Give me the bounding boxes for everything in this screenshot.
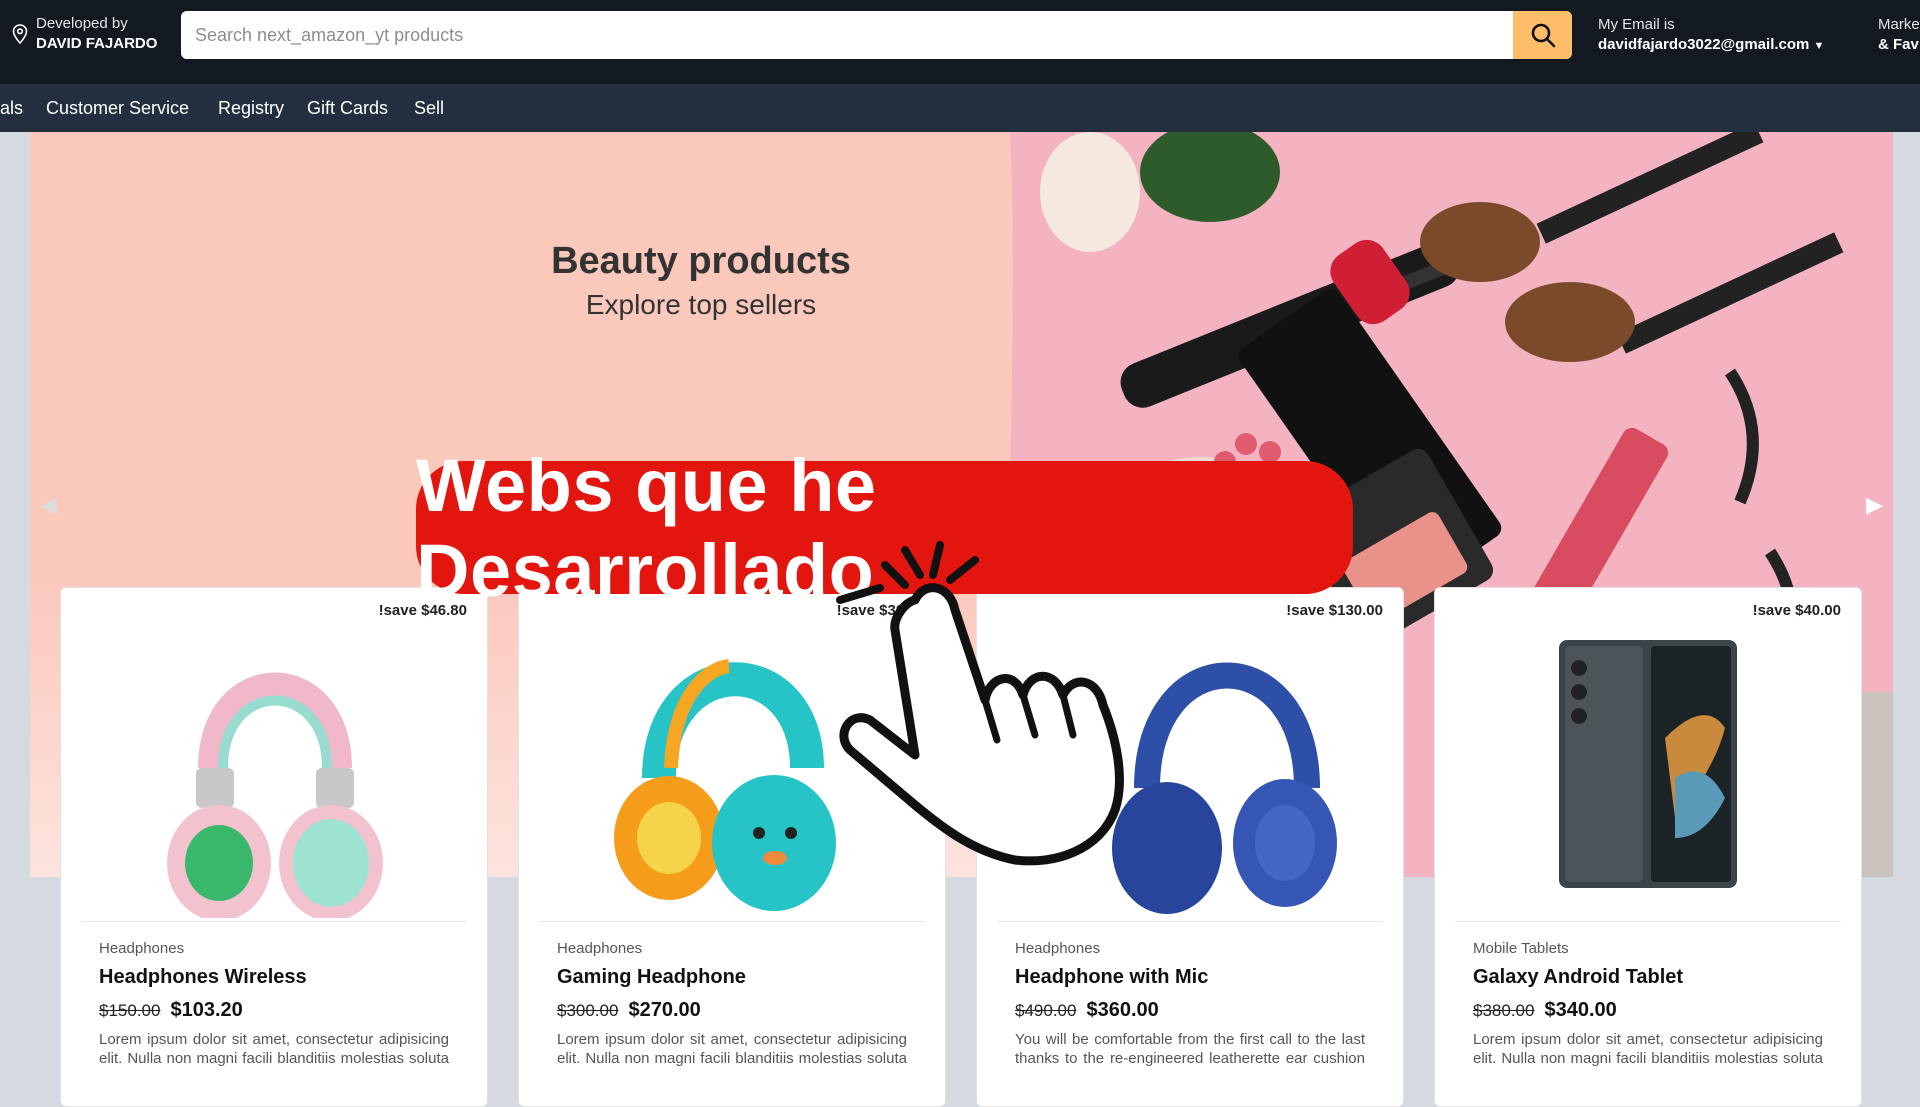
product-category: Headphones — [557, 940, 643, 957]
product-description: Lorem ipsum dolor sit amet, consectetur … — [99, 1031, 449, 1067]
card-divider — [81, 921, 467, 922]
product-card[interactable]: !save $40.00 Mobile Tablets Galaxy Andro… — [1434, 587, 1862, 1107]
nav-item-customer-service[interactable]: Customer Service — [46, 98, 189, 119]
search-input[interactable] — [181, 11, 1513, 59]
pointing-hand-icon — [836, 541, 1124, 866]
top-header: Developed by DAVID FAJARDO My Email is d… — [0, 0, 1920, 84]
card-divider — [1455, 921, 1841, 922]
product-card[interactable]: !save $46.80 Headphones Headphones Wirel… — [60, 587, 488, 1107]
developer-prefix: Developed by — [36, 15, 128, 32]
product-name[interactable]: Headphone with Mic — [1015, 966, 1208, 989]
chevron-down-icon: ▼ — [1813, 40, 1825, 52]
product-description: Lorem ipsum dolor sit amet, consectetur … — [557, 1031, 907, 1067]
nav-item-deals[interactable]: als — [0, 98, 23, 119]
product-name[interactable]: Headphones Wireless — [99, 966, 307, 989]
card-divider — [539, 921, 925, 922]
search-icon — [1531, 23, 1555, 48]
price-row: $150.00 $103.20 — [99, 999, 243, 1022]
pink-headphones-image — [167, 672, 383, 918]
email-value: davidfajardo3022@gmail.com — [1598, 36, 1810, 53]
nav-item-gift-cards[interactable]: Gift Cards — [307, 98, 388, 119]
developer-credit: Developed by DAVID FAJARDO — [12, 14, 157, 54]
market-line1: Marke — [1878, 16, 1920, 33]
search-button[interactable] — [1513, 11, 1572, 59]
old-price: $150.00 — [99, 1001, 161, 1020]
product-category: Headphones — [1015, 940, 1101, 957]
foldable-phone-image — [1559, 640, 1737, 888]
price-row: $380.00 $340.00 — [1473, 999, 1617, 1022]
price-row: $490.00 $360.00 — [1015, 999, 1159, 1022]
market-line2: & Fav — [1878, 36, 1919, 53]
product-category: Mobile Tablets — [1473, 940, 1569, 957]
current-price: $340.00 — [1544, 999, 1617, 1021]
old-price: $490.00 — [1015, 1001, 1077, 1020]
save-badge: !save $40.00 — [1752, 602, 1841, 619]
chevron-right-icon[interactable]: ▶ — [1866, 492, 1883, 518]
current-price: $103.20 — [170, 999, 243, 1021]
current-price: $270.00 — [628, 999, 701, 1021]
search-bar — [181, 11, 1572, 59]
product-name[interactable]: Gaming Headphone — [557, 966, 746, 989]
developer-name: DAVID FAJARDO — [36, 35, 158, 52]
old-price: $300.00 — [557, 1001, 619, 1020]
email-label: My Email is — [1598, 16, 1675, 33]
card-divider — [997, 921, 1383, 922]
chevron-left-icon[interactable]: ◀ — [40, 492, 57, 518]
old-price: $380.00 — [1473, 1001, 1535, 1020]
nav-item-sell[interactable]: Sell — [414, 98, 444, 119]
location-pin-icon — [12, 24, 28, 44]
product-name[interactable]: Galaxy Android Tablet — [1473, 966, 1683, 989]
price-row: $300.00 $270.00 — [557, 999, 701, 1022]
product-description: Lorem ipsum dolor sit amet, consectetur … — [1473, 1031, 1823, 1067]
nav-bar: als Customer Service Registry Gift Cards… — [0, 84, 1920, 132]
product-description: You will be comfortable from the first c… — [1015, 1031, 1365, 1067]
marketplace-link[interactable]: Marke & Fav — [1878, 15, 1920, 55]
account-email[interactable]: My Email is davidfajardo3022@gmail.com ▼ — [1598, 15, 1824, 56]
product-category: Headphones — [99, 940, 185, 957]
nav-item-registry[interactable]: Registry — [218, 98, 284, 119]
current-price: $360.00 — [1086, 999, 1159, 1021]
